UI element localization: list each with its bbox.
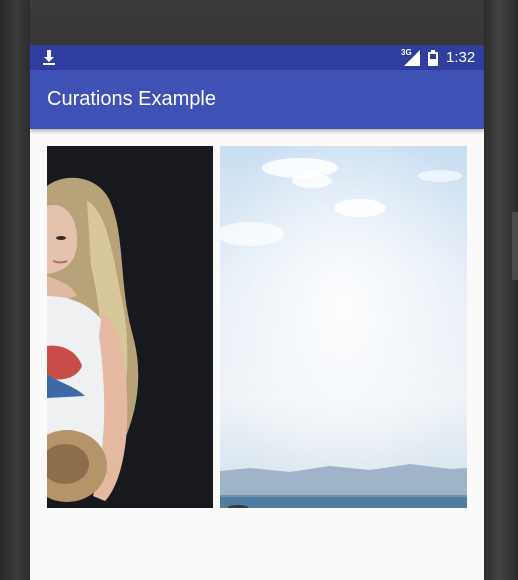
phone-side-button [512,212,518,280]
signal-icon [404,50,420,66]
sky-sea-photo [220,146,467,508]
sky-sea-photo-tile[interactable] [220,146,467,508]
app-bar: Curations Example [30,70,484,129]
portrait-photo [47,146,213,508]
battery-icon [428,50,438,66]
portrait-photo-tile[interactable] [47,146,213,508]
gallery-content [30,129,484,580]
status-time: 1:32 [446,49,476,66]
screen: 3G 1:32 Curations Example [30,45,484,580]
download-icon [43,50,55,65]
app-title: Curations Example [47,88,216,110]
status-bar: 3G 1:32 [30,45,484,70]
phone-bezel-left [0,0,30,580]
phone-bezel-right [484,0,518,580]
